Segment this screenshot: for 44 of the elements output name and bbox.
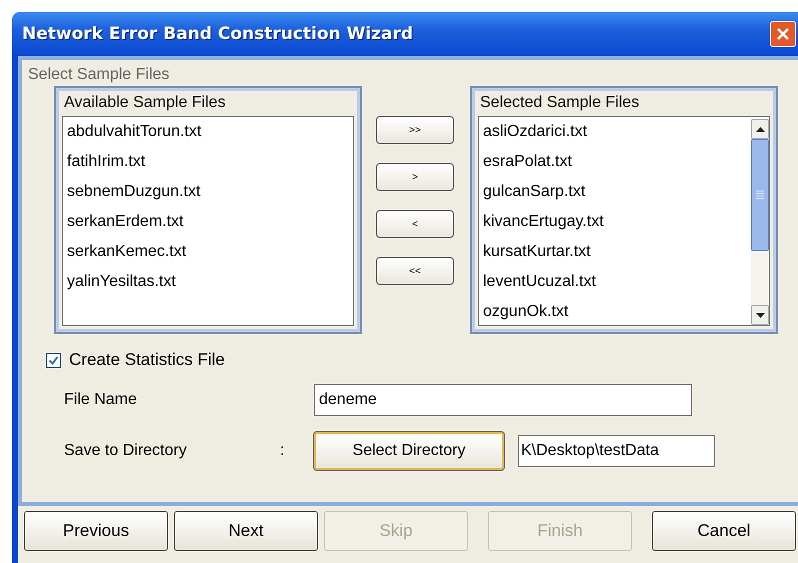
group-title: Available Sample Files xyxy=(63,94,227,113)
close-icon xyxy=(776,27,790,41)
window-title: Network Error Band Construction Wizard xyxy=(22,24,414,44)
grip-icon xyxy=(756,190,764,200)
scrollbar[interactable] xyxy=(751,119,769,325)
group-title: Selected Sample Files xyxy=(479,94,640,113)
up-arrow-icon xyxy=(756,126,764,132)
move-button[interactable]: > xyxy=(376,163,454,191)
scroll-up-button[interactable] xyxy=(751,119,769,139)
file-name-field[interactable]: deneme xyxy=(314,384,692,416)
list-item[interactable]: serkanErdem.txt xyxy=(67,209,353,239)
list-item[interactable]: fatihIrim.txt xyxy=(67,149,353,179)
list-item[interactable]: esraPolat.txt xyxy=(483,149,751,179)
move-button[interactable]: < xyxy=(376,210,454,238)
list-item[interactable]: yalinYesiltas.txt xyxy=(67,269,353,299)
file-list[interactable]: abdulvahitTorun.txt fatihIrim.txt sebnemDuzgun.txt serkanErdem.txt serkanKemec.txt yalinYesiltas.txt xyxy=(62,116,354,326)
list-item[interactable]: leventUcuzal.txt xyxy=(483,269,751,299)
wizard-button[interactable]: Previous xyxy=(24,511,168,551)
scroll-thumb[interactable] xyxy=(751,139,769,251)
select-directory-button[interactable]: Select Directory xyxy=(314,432,504,470)
check-icon xyxy=(48,354,59,366)
list-item[interactable]: sebnemDuzgun.txt xyxy=(67,179,353,209)
separator: : xyxy=(280,442,286,460)
list-item[interactable]: asliOzdarici.txt xyxy=(483,119,751,149)
checkbox[interactable] xyxy=(46,352,61,368)
scroll-down-button[interactable] xyxy=(751,305,769,325)
list-item[interactable]: kivancErtugay.txt xyxy=(483,209,751,239)
close-button[interactable] xyxy=(770,21,796,47)
field-label: File Name xyxy=(64,391,138,409)
directory-field[interactable]: K\Desktop\testData xyxy=(518,435,715,467)
wizard-button[interactable]: Cancel xyxy=(652,511,796,551)
list-item[interactable]: abdulvahitTorun.txt xyxy=(67,119,353,149)
list-item[interactable]: gulcanSarp.txt xyxy=(483,179,751,209)
move-button[interactable]: >> xyxy=(376,116,454,144)
move-button[interactable]: << xyxy=(376,257,454,285)
wizard-button[interactable]: Next xyxy=(174,511,318,551)
file-list[interactable]: asliOzdarici.txt esraPolat.txt gulcanSarp.txt kivancErtugay.txt kursatKurtar.txt leventUcuzal.txt ozgunOk.txt xyxy=(478,116,770,326)
list-item[interactable]: ozgunOk.txt xyxy=(483,299,751,325)
field-label: Save to Directory xyxy=(64,442,188,460)
list-item[interactable]: kursatKurtar.txt xyxy=(483,239,751,269)
list-item[interactable]: serkanKemec.txt xyxy=(67,239,353,269)
down-arrow-icon xyxy=(756,312,764,318)
checkbox-label: Create Statistics File xyxy=(69,350,225,370)
section-title: Select Sample Files xyxy=(28,66,170,84)
